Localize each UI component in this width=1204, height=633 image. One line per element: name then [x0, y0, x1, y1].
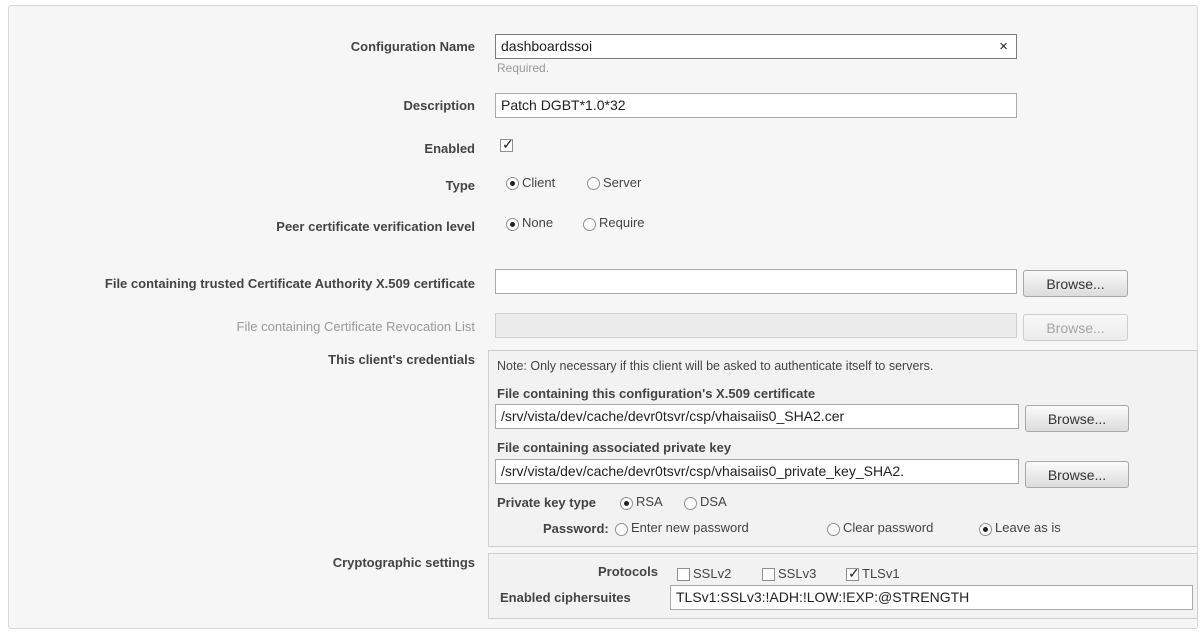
key-type-dsa-radio[interactable]: [684, 497, 697, 510]
key-file-input[interactable]: /srv/vista/dev/cache/devr0tsvr/csp/vhais…: [495, 459, 1019, 484]
type-server-label: Server: [603, 175, 642, 190]
peer-none-label: None: [522, 215, 554, 230]
sslv3-checkbox[interactable]: [762, 568, 775, 581]
key-file-label: File containing associated private key: [497, 440, 732, 455]
checkmark-icon: ✓: [848, 565, 860, 581]
credentials-label: This client's credentials: [328, 352, 475, 367]
trusted-ca-browse-button[interactable]: Browse...: [1023, 270, 1128, 297]
key-type-rsa-radio[interactable]: [620, 497, 633, 510]
crypto-label: Cryptographic settings: [332, 555, 475, 570]
crl-label: File containing Certificate Revocation L…: [236, 319, 475, 334]
password-label: Password:: [543, 521, 609, 536]
type-client-label: Client: [522, 175, 556, 190]
key-type-label: Private key type: [497, 495, 597, 510]
description-input[interactable]: Patch DGBT*1.0*32: [495, 93, 1017, 118]
type-server-radio[interactable]: [587, 177, 600, 190]
config-name-required-hint: Required.: [497, 61, 550, 75]
cert-file-input[interactable]: /srv/vista/dev/cache/devr0tsvr/csp/vhais…: [495, 404, 1019, 429]
ciphersuites-label: Enabled ciphersuites: [500, 590, 631, 605]
key-browse-button[interactable]: Browse...: [1025, 461, 1129, 488]
key-type-dsa-label: DSA: [700, 494, 727, 509]
config-name-input[interactable]: dashboardssoi ×: [495, 34, 1017, 59]
password-enter-new-label: Enter new password: [631, 520, 749, 535]
password-enter-new-radio[interactable]: [615, 523, 628, 536]
crl-browse-button[interactable]: Browse...: [1023, 314, 1128, 341]
key-type-rsa-label: RSA: [636, 494, 663, 509]
tlsv1-checkbox[interactable]: ✓: [846, 565, 860, 581]
type-label: Type: [445, 178, 475, 193]
description-label: Description: [403, 98, 475, 113]
config-name-label: Configuration Name: [350, 39, 475, 54]
trusted-ca-input[interactable]: [495, 269, 1017, 294]
trusted-ca-label: File containing trusted Certificate Auth…: [104, 276, 475, 291]
cert-file-label: File containing this configuration's X.5…: [497, 386, 816, 401]
clear-icon[interactable]: ×: [999, 37, 1008, 56]
enabled-label: Enabled: [424, 141, 475, 156]
peer-require-radio[interactable]: [583, 218, 596, 231]
config-name-value: dashboardssoi: [501, 38, 593, 54]
cert-browse-button[interactable]: Browse...: [1025, 405, 1129, 432]
peer-none-radio[interactable]: [506, 218, 519, 231]
password-leave-radio[interactable]: [979, 523, 992, 536]
crl-input[interactable]: [495, 313, 1017, 338]
sslv3-label: SSLv3: [778, 566, 817, 581]
password-clear-radio[interactable]: [827, 523, 840, 536]
password-clear-label: Clear password: [843, 520, 934, 535]
sslv2-checkbox[interactable]: [677, 568, 690, 581]
type-client-radio[interactable]: [506, 177, 519, 190]
peer-verification-label: Peer certificate verification level: [276, 219, 475, 234]
ciphersuites-input[interactable]: TLSv1:SSLv3:!ADH:!LOW:!EXP:@STRENGTH: [670, 585, 1193, 610]
checkmark-icon: ✓: [502, 136, 514, 152]
protocols-label: Protocols: [598, 564, 658, 579]
peer-require-label: Require: [599, 215, 645, 230]
enabled-checkbox[interactable]: ✓: [500, 136, 514, 152]
sslv2-label: SSLv2: [693, 566, 732, 581]
tlsv1-label: TLSv1: [862, 566, 900, 581]
credentials-note: Note: Only necessary if this client will…: [497, 359, 934, 373]
password-leave-label: Leave as is: [995, 520, 1061, 535]
